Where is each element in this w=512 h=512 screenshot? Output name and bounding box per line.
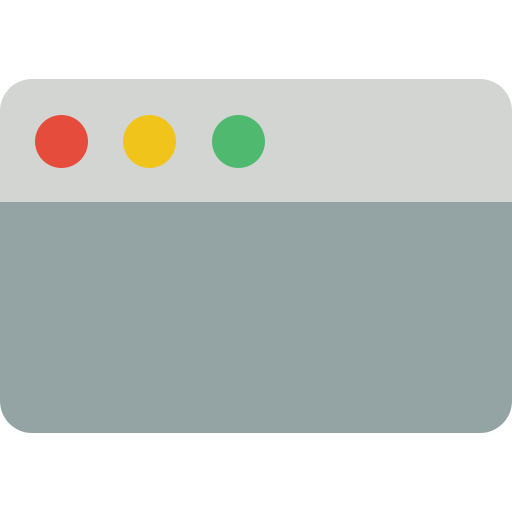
app-window-illustration bbox=[0, 0, 512, 512]
maximize-button[interactable] bbox=[212, 115, 265, 168]
window-titlebar bbox=[0, 79, 512, 202]
browser-window bbox=[0, 79, 512, 433]
minimize-button[interactable] bbox=[123, 115, 176, 168]
close-button[interactable] bbox=[35, 115, 88, 168]
window-content-area bbox=[0, 202, 512, 433]
